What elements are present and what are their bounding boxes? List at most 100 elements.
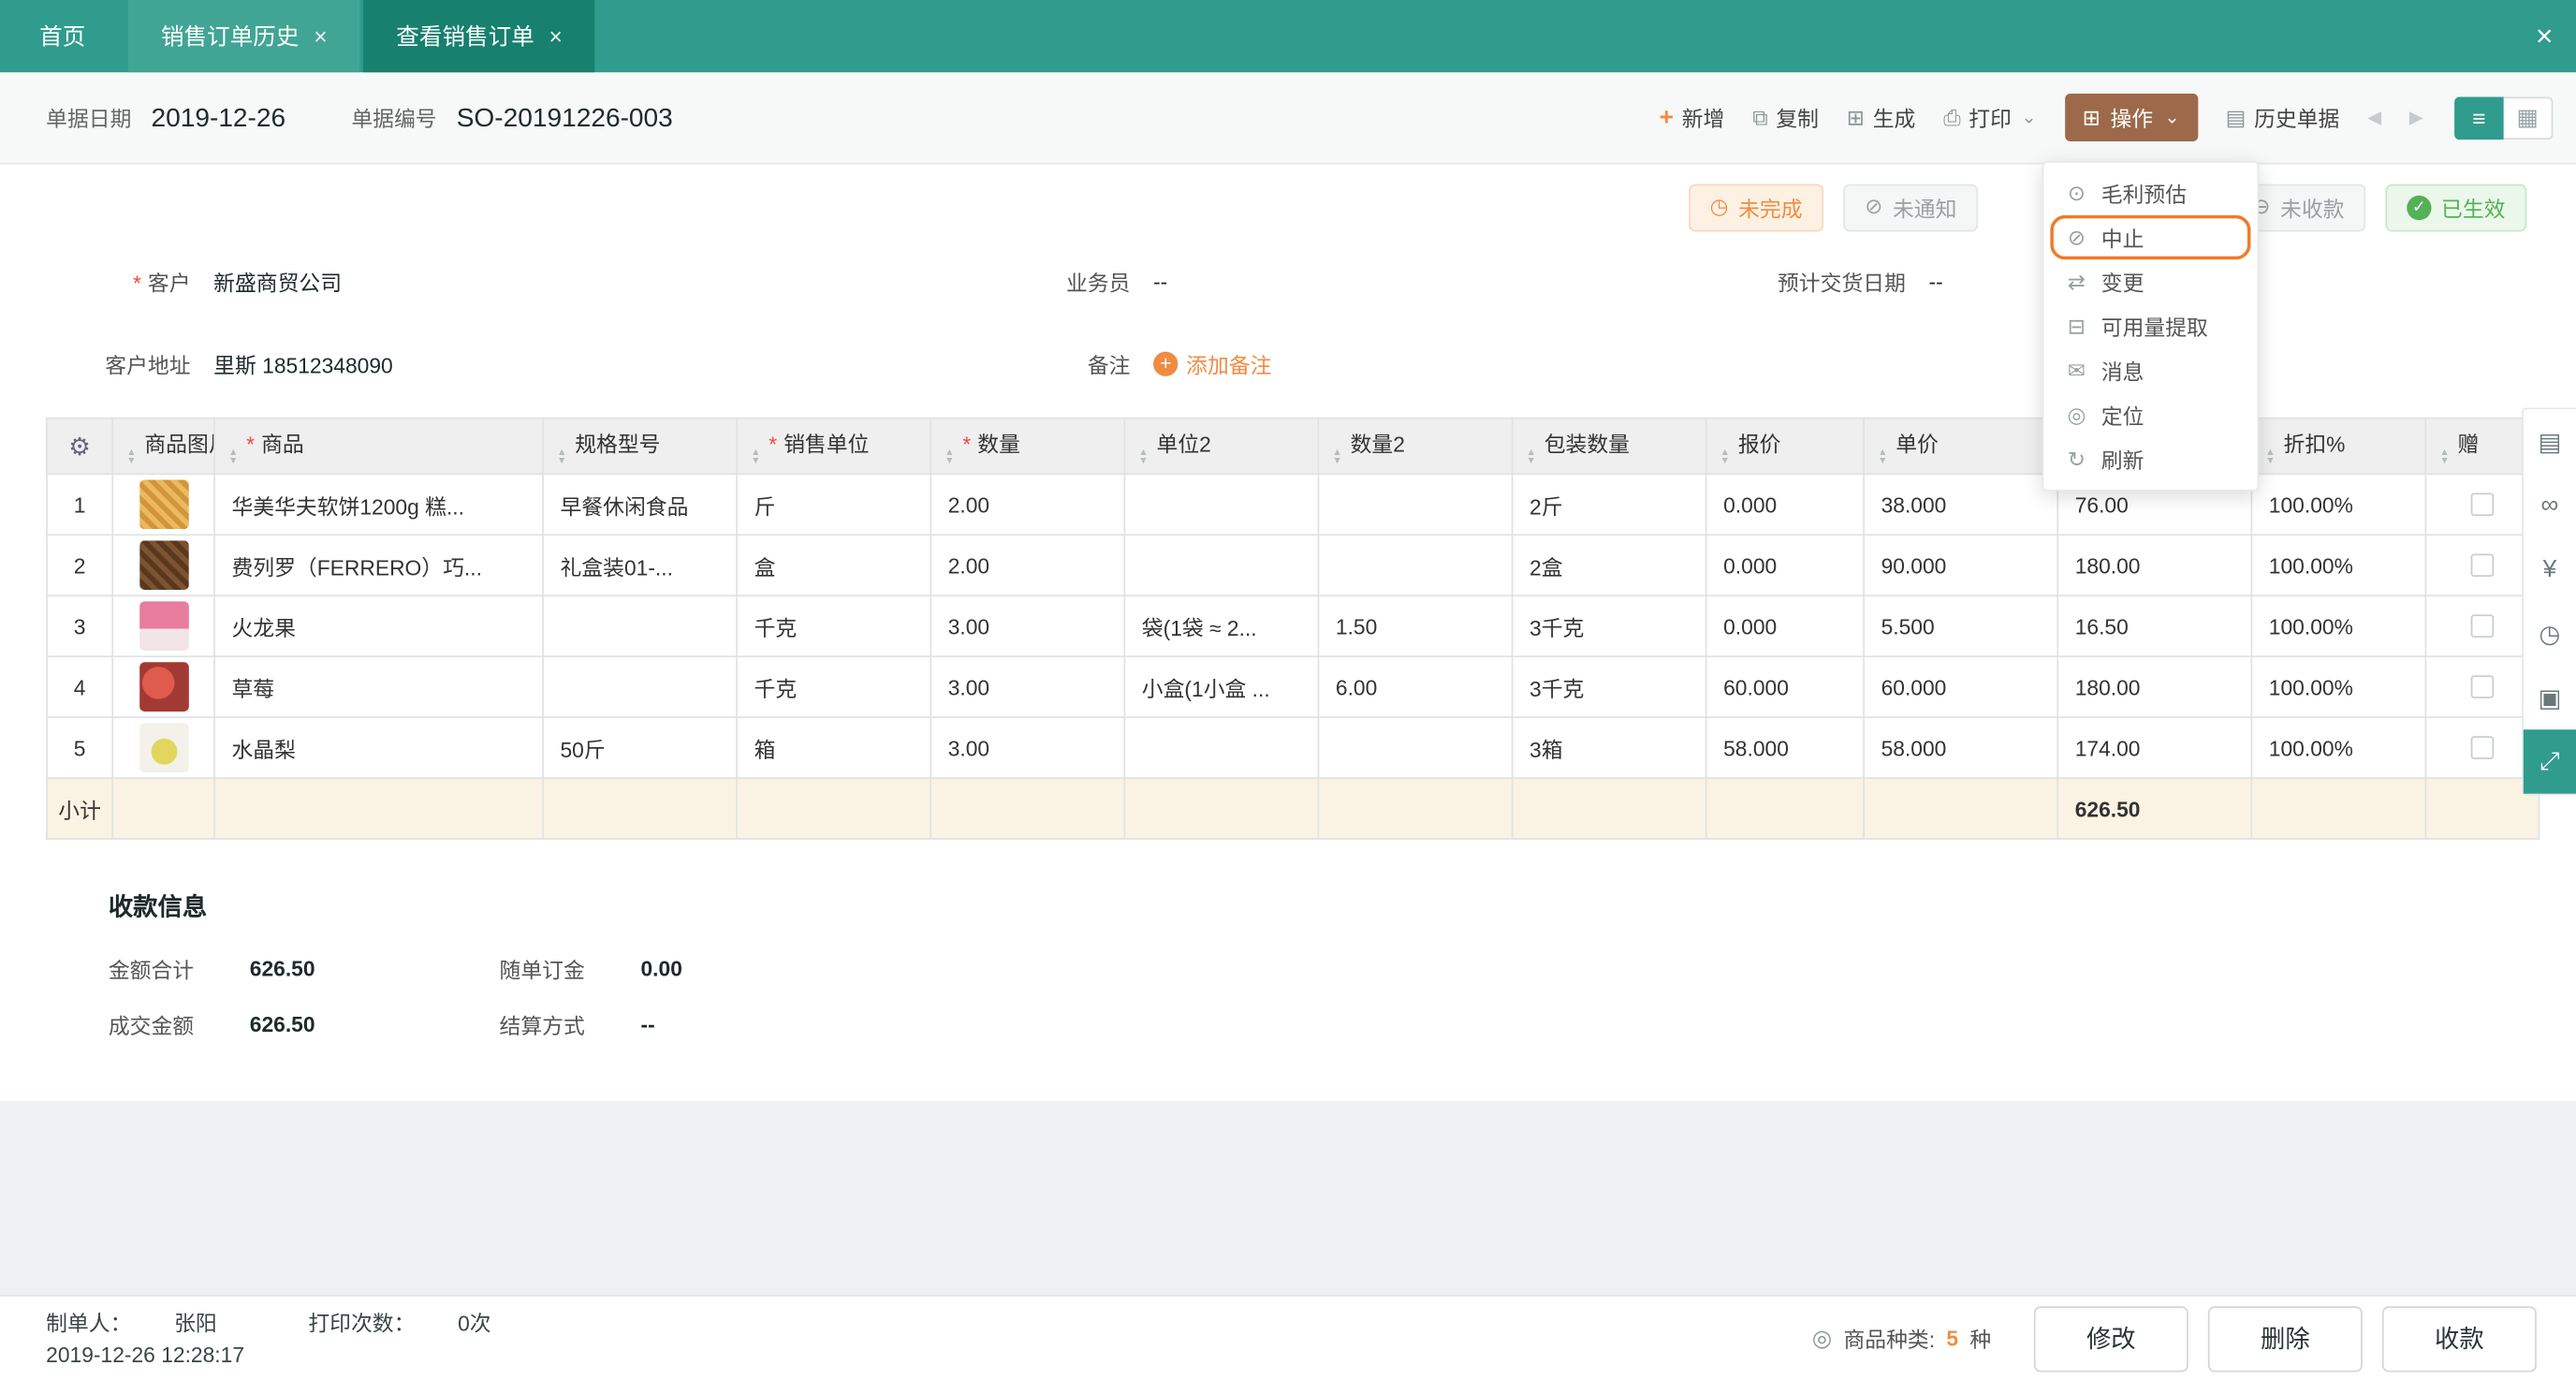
cell-qty2[interactable]: 1.50 xyxy=(1317,595,1514,658)
header-unit2[interactable]: 单位2 xyxy=(1123,417,1320,476)
cell-discount[interactable]: 100.00% xyxy=(2250,595,2427,658)
modify-button[interactable]: 修改 xyxy=(2033,1305,2188,1372)
product-thumbnail[interactable] xyxy=(139,662,188,712)
cell-price[interactable]: 90.000 xyxy=(1863,534,2059,597)
menu-item-change[interactable]: ⇄ 变更 xyxy=(2043,259,2257,303)
gift-checkbox[interactable] xyxy=(2470,492,2495,517)
menu-item-abort[interactable]: ⊘ 中止 xyxy=(2050,214,2251,260)
cell-price[interactable]: 5.500 xyxy=(1863,595,2059,658)
cell-quote[interactable]: 0.000 xyxy=(1705,473,1866,536)
table-row[interactable]: 2 费列罗（FERRERO）巧... 礼盒装01-... 盒 2.00 2盒 0… xyxy=(46,534,2540,597)
cell-product[interactable]: 火龙果 xyxy=(213,595,544,658)
cell-qty[interactable]: 2.00 xyxy=(929,534,1126,597)
cell-pack-qty[interactable]: 2斤 xyxy=(1511,473,1707,536)
print-button[interactable]: ⎙ 打印 ⌄ xyxy=(1943,102,2036,133)
cell-unit2[interactable]: 袋(1袋 ≈ 2... xyxy=(1123,595,1320,658)
tab-view-sales-order[interactable]: 查看销售订单 × xyxy=(363,0,596,73)
cell-pack-qty[interactable]: 2盒 xyxy=(1511,534,1707,597)
gift-checkbox[interactable] xyxy=(2470,614,2495,638)
cell-unit[interactable]: 盒 xyxy=(736,534,932,597)
gift-checkbox[interactable] xyxy=(2470,553,2495,578)
rail-doc-button[interactable]: ▤ xyxy=(2524,409,2576,473)
sort-icon[interactable] xyxy=(2439,449,2449,466)
sort-icon[interactable] xyxy=(2265,449,2275,466)
cell-quote[interactable]: 58.000 xyxy=(1705,716,1866,779)
cell-unit[interactable]: 千克 xyxy=(736,655,932,718)
product-thumbnail[interactable] xyxy=(139,479,188,530)
next-arrow-icon[interactable]: ▶ xyxy=(2409,107,2423,128)
table-row[interactable]: 5 水晶梨 50斤 箱 3.00 3箱 58.000 58.000 174.00… xyxy=(46,716,2540,779)
cell-unit[interactable]: 斤 xyxy=(736,473,932,536)
menu-item-message[interactable]: ✉ 消息 xyxy=(2043,348,2257,392)
cell-qty[interactable]: 2.00 xyxy=(929,473,1126,536)
sort-icon[interactable] xyxy=(557,449,566,466)
cell-price[interactable]: 38.000 xyxy=(1863,473,2059,536)
cell-price[interactable]: 58.000 xyxy=(1863,716,2059,779)
cell-spec[interactable]: 礼盒装01-... xyxy=(542,534,739,597)
cell-qty[interactable]: 3.00 xyxy=(929,595,1126,658)
generate-button[interactable]: ⊞ 生成 xyxy=(1847,102,1916,133)
cell-product[interactable]: 费列罗（FERRERO）巧... xyxy=(213,534,544,597)
cell-discount[interactable]: 100.00% xyxy=(2250,473,2427,536)
cell-discount[interactable]: 100.00% xyxy=(2250,716,2427,779)
cell-unit[interactable]: 千克 xyxy=(736,595,932,658)
cell-qty2[interactable] xyxy=(1317,473,1514,536)
cell-qty2[interactable]: 6.00 xyxy=(1317,655,1514,718)
cell-quote[interactable]: 60.000 xyxy=(1705,655,1866,718)
gift-checkbox[interactable] xyxy=(2470,675,2495,698)
cell-amount[interactable]: 180.00 xyxy=(2056,534,2253,597)
menu-item-available-extract[interactable]: ⊟ 可用量提取 xyxy=(2043,304,2257,348)
history-docs-button[interactable]: ▤ 历史单据 xyxy=(2226,102,2340,133)
cell-qty[interactable]: 3.00 xyxy=(929,655,1126,718)
sort-icon[interactable] xyxy=(1720,449,1730,466)
menu-item-profit-estimate[interactable]: ⊙ 毛利预估 xyxy=(2043,171,2257,215)
header-product[interactable]: *商品 xyxy=(213,417,544,476)
product-thumbnail[interactable] xyxy=(139,723,188,772)
header-product-image[interactable]: 商品图片 xyxy=(111,417,215,476)
cell-quote[interactable]: 0.000 xyxy=(1705,595,1866,658)
tab-sales-order-history[interactable]: 销售订单历史 × xyxy=(127,0,360,73)
product-thumbnail[interactable] xyxy=(139,540,188,591)
sort-icon[interactable] xyxy=(1138,449,1148,466)
table-row[interactable]: 4 草莓 千克 3.00 小盒(1小盒 ... 6.00 3千克 60.000 … xyxy=(46,655,2540,718)
rail-expand-button[interactable]: ⤢ xyxy=(2523,729,2576,794)
cell-pack-qty[interactable]: 3千克 xyxy=(1511,655,1707,718)
cell-spec[interactable] xyxy=(542,655,739,718)
header-quantity[interactable]: *数量 xyxy=(929,417,1126,476)
close-tab-icon[interactable]: × xyxy=(549,23,563,50)
header-unit-price[interactable]: 单价 xyxy=(1863,417,2059,476)
header-quantity2[interactable]: 数量2 xyxy=(1317,417,1514,476)
cell-product[interactable]: 草莓 xyxy=(213,655,544,718)
cell-discount[interactable]: 100.00% xyxy=(2250,655,2427,718)
sort-icon[interactable] xyxy=(944,449,954,466)
cell-amount[interactable]: 180.00 xyxy=(2056,655,2253,718)
menu-item-locate[interactable]: ◎ 定位 xyxy=(2043,392,2257,436)
sort-icon[interactable] xyxy=(1526,449,1535,466)
receive-payment-button[interactable]: 收款 xyxy=(2381,1305,2537,1372)
cell-spec[interactable]: 早餐休闲食品 xyxy=(542,473,739,536)
cell-spec[interactable]: 50斤 xyxy=(542,716,739,779)
table-row[interactable]: 3 火龙果 千克 3.00 袋(1袋 ≈ 2... 1.50 3千克 0.000… xyxy=(46,595,2540,658)
tab-home[interactable]: 首页 xyxy=(0,0,124,72)
sort-icon[interactable] xyxy=(1332,449,1341,466)
rail-money-button[interactable]: ¥ xyxy=(2524,537,2576,601)
header-pack-quantity[interactable]: 包装数量 xyxy=(1511,417,1707,476)
cell-qty[interactable]: 3.00 xyxy=(929,716,1126,779)
cell-amount[interactable]: 16.50 xyxy=(2056,595,2253,658)
rail-link-button[interactable]: ∞ xyxy=(2524,473,2576,536)
cell-unit[interactable]: 箱 xyxy=(736,716,932,779)
sort-icon[interactable] xyxy=(1878,449,1887,466)
cell-spec[interactable] xyxy=(542,595,739,658)
cell-discount[interactable]: 100.00% xyxy=(2250,534,2427,597)
close-all-icon[interactable]: × xyxy=(2536,0,2553,72)
header-spec[interactable]: 规格型号 xyxy=(542,417,739,476)
header-quote[interactable]: 报价 xyxy=(1705,417,1866,476)
cell-unit2[interactable] xyxy=(1123,716,1320,779)
close-tab-icon[interactable]: × xyxy=(314,23,327,50)
cell-qty2[interactable] xyxy=(1317,534,1514,597)
menu-item-refresh[interactable]: ↻ 刷新 xyxy=(2043,437,2257,481)
cell-quote[interactable]: 0.000 xyxy=(1705,534,1866,597)
product-thumbnail[interactable] xyxy=(139,601,188,652)
cell-pack-qty[interactable]: 3箱 xyxy=(1511,716,1707,779)
delete-button[interactable]: 删除 xyxy=(2207,1305,2363,1372)
